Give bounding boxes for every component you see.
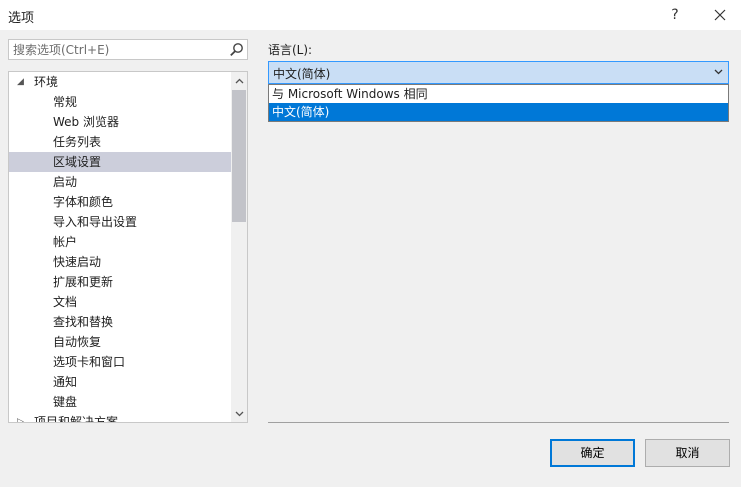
tree-node-extensions-updates[interactable]: 扩展和更新	[9, 272, 231, 292]
tree-node-label: 任务列表	[53, 135, 102, 149]
tree-node-label: 键盘	[53, 395, 78, 409]
tree-node-general[interactable]: 常规	[9, 92, 231, 112]
window-title: 选项	[8, 11, 35, 26]
scroll-up-button[interactable]	[231, 72, 247, 89]
title-bar: 选项 ?	[0, 0, 741, 30]
help-icon: ?	[671, 7, 679, 23]
tree-node-label: 自动恢复	[53, 335, 102, 349]
tree-node-quick-launch[interactable]: 快速启动	[9, 252, 231, 272]
tree-node-label: 扩展和更新	[53, 275, 114, 289]
expand-arrow-icon[interactable]: ▷	[17, 412, 24, 422]
divider	[268, 422, 729, 423]
tree-node-label: 通知	[53, 375, 78, 389]
tree-node-projects-solutions[interactable]: ▷ 项目和解决方案	[9, 412, 231, 423]
options-tree: ◢ 环境 常规 Web 浏览器 任务列表 区域设置 启动 字体和颜色 导入和导出…	[8, 71, 248, 423]
help-button[interactable]: ?	[660, 0, 690, 30]
language-option-windows[interactable]: 与 Microsoft Windows 相同	[269, 85, 728, 103]
tree-node-label: 区域设置	[53, 155, 102, 169]
tree-node-label: 环境	[34, 75, 59, 89]
tree-node-web-browser[interactable]: Web 浏览器	[9, 112, 231, 132]
tree-node-label: 字体和颜色	[53, 195, 114, 209]
tree-node-notifications[interactable]: 通知	[9, 372, 231, 392]
tree-node-label: Web 浏览器	[53, 115, 119, 129]
ok-button[interactable]: 确定	[550, 439, 635, 467]
search-icon[interactable]	[229, 42, 244, 57]
close-button[interactable]	[705, 0, 735, 30]
tree-node-regional-settings[interactable]: 区域设置	[9, 152, 231, 172]
tree-node-startup[interactable]: 启动	[9, 172, 231, 192]
language-option-chinese-simplified[interactable]: 中文(简体)	[269, 103, 728, 121]
tree-node-label: 帐户	[53, 235, 78, 249]
tree-node-label: 选项卡和窗口	[53, 355, 126, 369]
tree-node-environment[interactable]: ◢ 环境	[9, 72, 231, 92]
search-box[interactable]	[8, 39, 248, 60]
tree-node-label: 启动	[53, 175, 78, 189]
tree-node-label: 项目和解决方案	[34, 415, 119, 423]
language-select[interactable]: 中文(简体)	[268, 61, 729, 84]
tree-scrollbar[interactable]	[231, 72, 247, 422]
language-label: 语言(L):	[268, 43, 313, 57]
search-input[interactable]	[9, 40, 229, 59]
tree-node-tabs-windows[interactable]: 选项卡和窗口	[9, 352, 231, 372]
tree-node-fonts-colors[interactable]: 字体和颜色	[9, 192, 231, 212]
tree-node-account[interactable]: 帐户	[9, 232, 231, 252]
tree-node-documents[interactable]: 文档	[9, 292, 231, 312]
tree-node-label: 文档	[53, 295, 78, 309]
cancel-button[interactable]: 取消	[645, 439, 730, 467]
chevron-down-icon	[714, 69, 723, 75]
language-dropdown-list: 与 Microsoft Windows 相同 中文(简体)	[268, 84, 729, 122]
language-selected-value: 中文(简体)	[273, 67, 331, 81]
scroll-down-button[interactable]	[231, 405, 247, 422]
collapse-arrow-icon[interactable]: ◢	[17, 72, 24, 92]
tree-node-label: 常规	[53, 95, 78, 109]
close-icon	[714, 9, 726, 21]
scroll-thumb[interactable]	[232, 90, 246, 222]
tree-node-task-list[interactable]: 任务列表	[9, 132, 231, 152]
tree-node-keyboard[interactable]: 键盘	[9, 392, 231, 412]
tree-node-label: 快速启动	[53, 255, 102, 269]
chevron-down-icon	[235, 411, 243, 416]
chevron-up-icon	[235, 78, 243, 83]
tree-node-autorecover[interactable]: 自动恢复	[9, 332, 231, 352]
tree-items: ◢ 环境 常规 Web 浏览器 任务列表 区域设置 启动 字体和颜色 导入和导出…	[9, 72, 231, 423]
tree-node-import-export[interactable]: 导入和导出设置	[9, 212, 231, 232]
tree-node-label: 查找和替换	[53, 315, 114, 329]
tree-node-label: 导入和导出设置	[53, 215, 138, 229]
tree-node-find-replace[interactable]: 查找和替换	[9, 312, 231, 332]
